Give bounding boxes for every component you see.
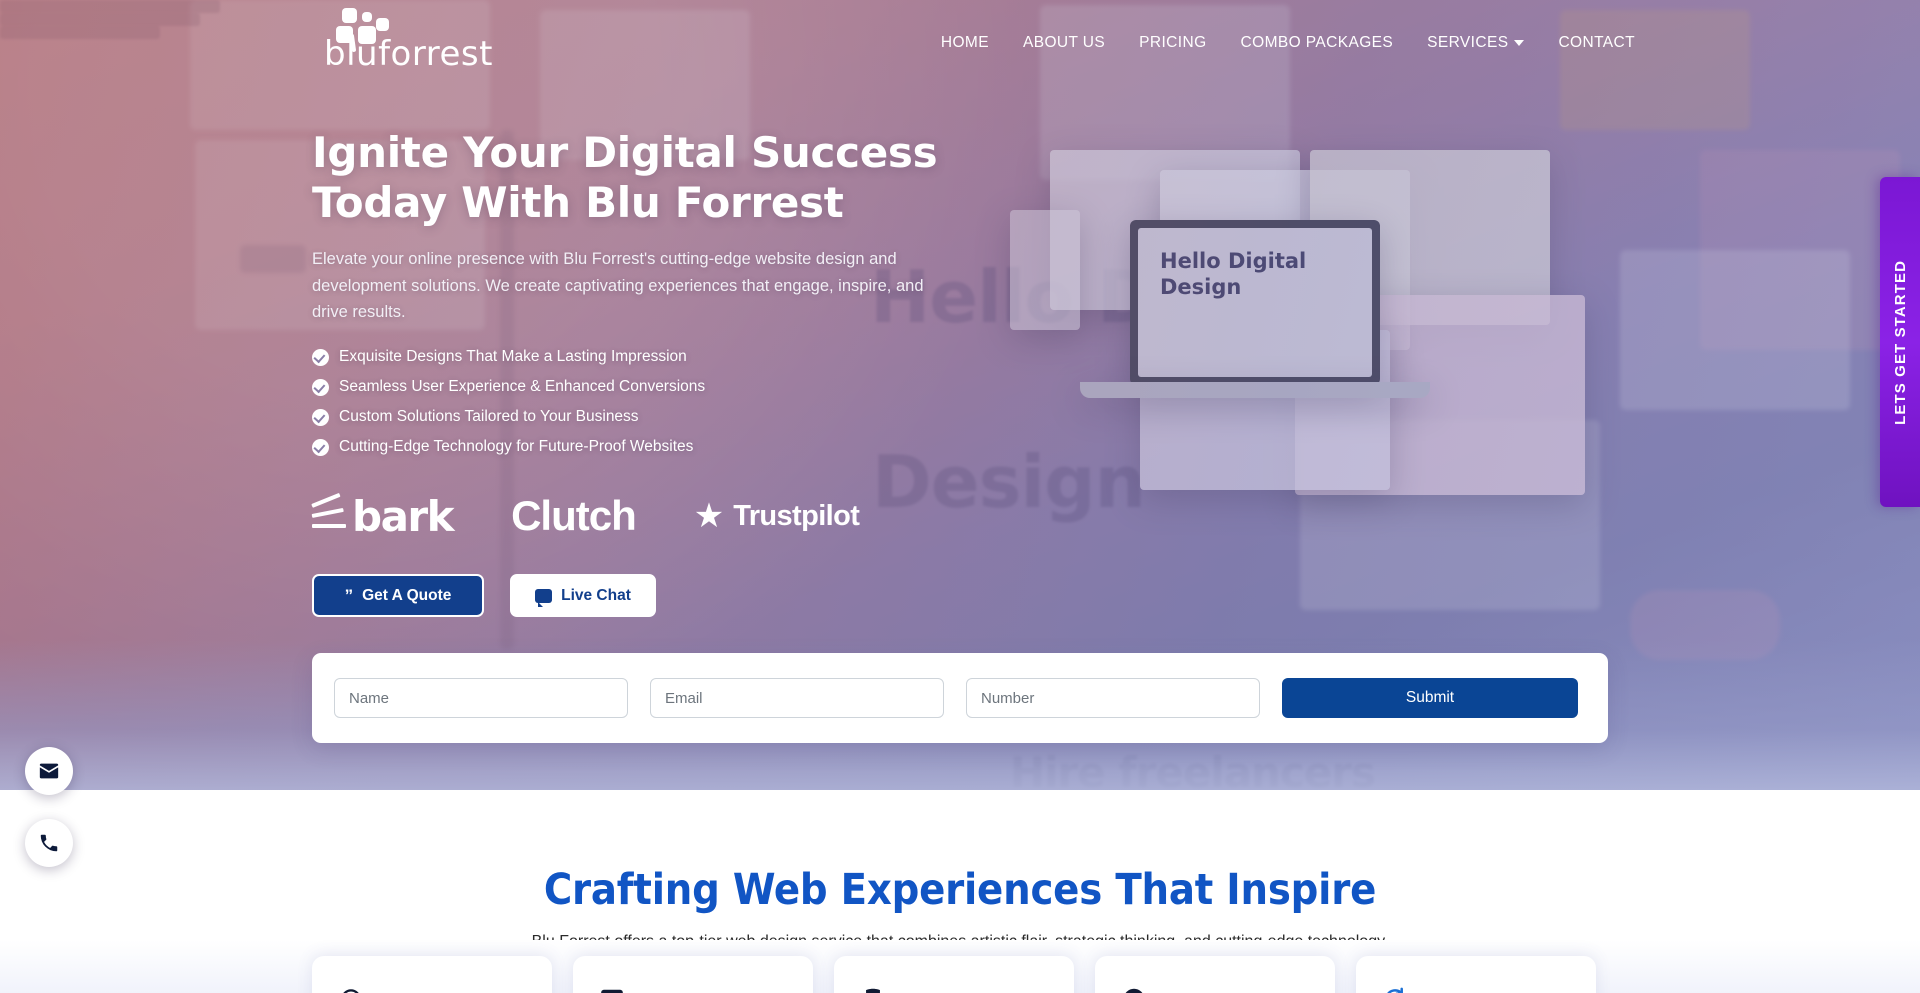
- review-logos: bark Clutch ★ Trustpilot: [311, 488, 1012, 544]
- bark-mark-icon: [311, 493, 350, 534]
- benefit-label: Cutting-Edge Technology for Future-Proof…: [339, 438, 694, 456]
- window-icon: [599, 986, 625, 993]
- hero-title-line-1: Ignite Your Digital Success: [312, 128, 938, 177]
- feature-card-customer[interactable]: Customer: [312, 956, 552, 993]
- gear-eye-icon: [1121, 986, 1147, 993]
- star-icon: ★: [693, 497, 725, 536]
- nav-item-services[interactable]: SERVICES: [1410, 30, 1541, 56]
- envelope-icon: [39, 763, 59, 779]
- feature-card-bespoke[interactable]: Bespoke: [573, 956, 813, 993]
- hero-title-line-2: Today With Blu Forrest: [312, 177, 844, 227]
- navbar: bluforrest HOME ABOUT US PRICING COMBO P…: [0, 0, 1920, 88]
- bark-logo: bark: [311, 491, 455, 541]
- live-chat-button[interactable]: Live Chat: [510, 574, 656, 618]
- check-circle-icon: [312, 438, 329, 456]
- list-item: Cutting-Edge Technology for Future-Proof…: [312, 438, 1012, 456]
- nav-item-about-us[interactable]: ABOUT US: [1006, 30, 1122, 56]
- number-input[interactable]: [966, 678, 1260, 718]
- feature-card-client[interactable]: Client: [834, 956, 1074, 993]
- nav-item-home[interactable]: HOME: [924, 30, 1006, 56]
- chat-bubble-icon: [535, 588, 553, 607]
- phone-fab[interactable]: [25, 819, 73, 867]
- list-item: Exquisite Designs That Make a Lasting Im…: [312, 348, 1012, 366]
- list-item: Seamless User Experience & Enhanced Conv…: [312, 378, 1012, 396]
- hero-title: Ignite Your Digital Success Today With B…: [312, 128, 1012, 228]
- hero-content: Ignite Your Digital Success Today With B…: [311, 128, 1012, 618]
- main-navigation: HOME ABOUT US PRICING COMBO PACKAGES SER…: [924, 30, 1652, 56]
- email-input[interactable]: [650, 678, 944, 718]
- lets-get-started-tab[interactable]: LETS GET STARTED: [1880, 177, 1920, 507]
- benefit-label: Seamless User Experience & Enhanced Conv…: [339, 378, 706, 396]
- trustpilot-logo: ★ Trustpilot: [694, 499, 860, 533]
- bark-logo-text: bark: [352, 491, 455, 541]
- logo-text: bluforrest: [324, 34, 493, 74]
- shield-icon: [860, 986, 886, 993]
- site-logo[interactable]: bluforrest: [318, 6, 498, 78]
- benefit-label: Custom Solutions Tailored to Your Busine…: [339, 408, 639, 426]
- headset-icon: [338, 986, 364, 993]
- hero-cta-row: ” Get A Quote Live Chat: [312, 574, 1012, 618]
- name-input[interactable]: [334, 678, 628, 718]
- nav-item-pricing[interactable]: PRICING: [1122, 30, 1223, 56]
- feature-cards-row: Customer Bespoke Client Optimized: [312, 956, 1608, 993]
- chevron-down-icon: [1514, 39, 1525, 46]
- nav-item-contact[interactable]: CONTACT: [1541, 30, 1652, 56]
- feature-card-refresh[interactable]: [1356, 956, 1596, 993]
- check-circle-icon: [312, 378, 329, 396]
- clutch-logo-text: Clutch: [511, 492, 637, 540]
- nav-item-combo-packages[interactable]: COMBO PACKAGES: [1224, 30, 1411, 56]
- lead-capture-form: Submit: [312, 653, 1608, 743]
- trustpilot-logo-text: Trustpilot: [733, 499, 860, 532]
- section-title: Crafting Web Experiences That Inspire: [543, 865, 1377, 915]
- list-item: Custom Solutions Tailored to Your Busine…: [312, 408, 1012, 426]
- email-fab[interactable]: [25, 747, 73, 795]
- lets-get-started-label: LETS GET STARTED: [1891, 259, 1909, 425]
- get-a-quote-label: Get A Quote: [362, 586, 452, 604]
- benefit-label: Exquisite Designs That Make a Lasting Im…: [339, 348, 687, 366]
- hero-benefits-list: Exquisite Designs That Make a Lasting Im…: [312, 348, 1012, 456]
- submit-button[interactable]: Submit: [1282, 678, 1578, 718]
- refresh-icon: [1382, 986, 1408, 993]
- phone-icon: [40, 834, 58, 852]
- get-a-quote-button[interactable]: ” Get A Quote: [312, 574, 484, 618]
- check-circle-icon: [312, 348, 329, 366]
- check-circle-icon: [312, 408, 329, 426]
- page-root: Hello Digital Design Hire freelancers He…: [0, 0, 1920, 993]
- feature-card-optimized[interactable]: Optimized: [1095, 956, 1335, 993]
- quote-marks-icon: ”: [344, 586, 354, 606]
- live-chat-label: Live Chat: [561, 586, 631, 604]
- hero-subtitle: Elevate your online presence with Blu Fo…: [312, 249, 924, 322]
- clutch-logo: Clutch: [511, 492, 637, 540]
